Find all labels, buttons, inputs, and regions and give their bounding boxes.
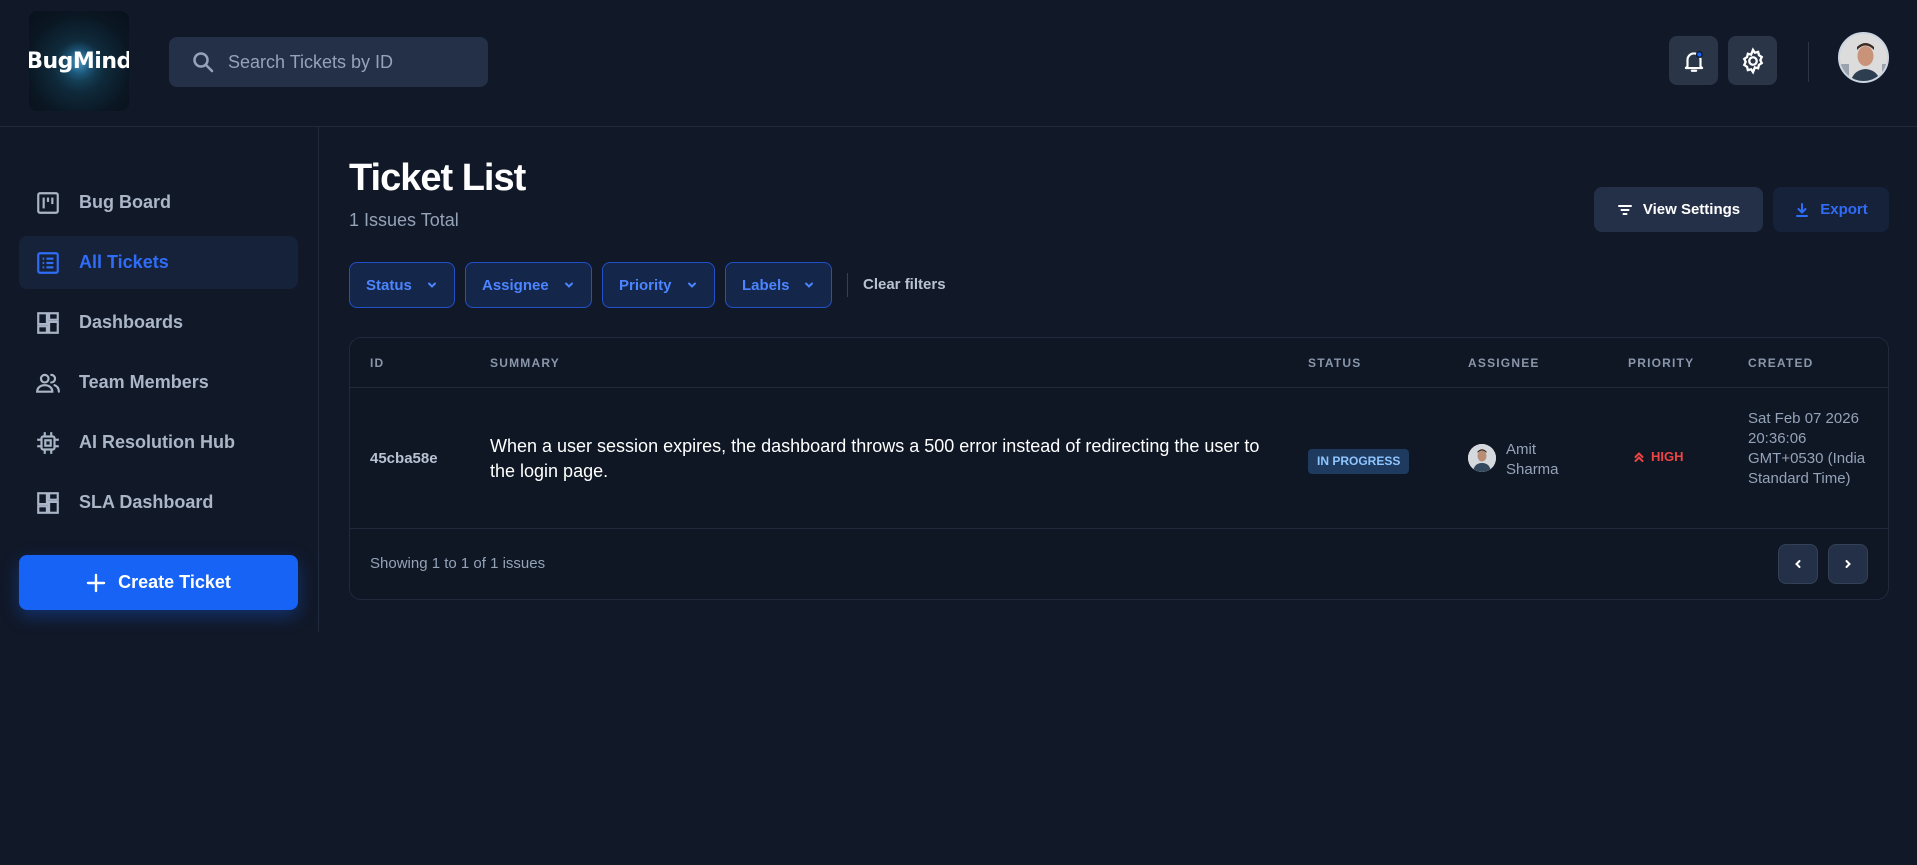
- created-date: Sat Feb 07 2026 20:36:06 GMT+0530 (India…: [1748, 410, 1866, 487]
- priority-filter-button[interactable]: Priority: [602, 262, 715, 308]
- team-icon: [36, 373, 60, 393]
- ticket-table: ID SUMMARY STATUS ASSIGNEE PRIORITY CREA…: [349, 337, 1889, 600]
- header-created[interactable]: CREATED: [1748, 356, 1814, 370]
- bugmind-logo[interactable]: BugMind: [29, 11, 129, 111]
- status-badge: IN PROGRESS: [1308, 449, 1410, 474]
- chevron-down-icon: [805, 282, 813, 288]
- ticket-summary: When a user session expires, the dashboa…: [490, 436, 1260, 481]
- user-avatar[interactable]: [1838, 32, 1889, 83]
- header-summary[interactable]: SUMMARY: [490, 356, 560, 370]
- board-icon: [37, 192, 59, 214]
- issues-total: 1 Issues Total: [349, 210, 459, 230]
- person-photo-icon: [1468, 444, 1496, 472]
- sidebar-item-label: Dashboards: [79, 312, 184, 332]
- sidebar-item-label: SLA Dashboard: [79, 492, 214, 512]
- filter-lines-icon: [1617, 204, 1632, 215]
- header-assignee[interactable]: ASSIGNEE: [1468, 356, 1540, 370]
- sidebar-item-label: All Tickets: [79, 252, 169, 272]
- search-bar[interactable]: [169, 37, 488, 87]
- create-ticket-button[interactable]: Create Ticket: [19, 555, 298, 610]
- chevron-right-icon: [1845, 560, 1851, 568]
- filter-label: Priority: [619, 276, 672, 294]
- chevron-down-icon: [688, 282, 696, 288]
- filter-label: Assignee: [482, 276, 549, 294]
- create-ticket-label: Create Ticket: [118, 572, 231, 592]
- plus-icon: [86, 573, 106, 592]
- gear-icon: [1742, 46, 1763, 75]
- dashboard-icon: [37, 492, 59, 514]
- assignee-avatar: [1468, 444, 1496, 472]
- header-priority[interactable]: PRIORITY: [1628, 356, 1694, 370]
- header-status[interactable]: STATUS: [1308, 356, 1361, 370]
- view-settings-button[interactable]: View Settings: [1594, 187, 1763, 232]
- top-header: BugMind: [0, 0, 1917, 127]
- assignee-name: Amit Sharma: [1506, 441, 1559, 478]
- chip-icon: [37, 432, 59, 454]
- filter-divider: [847, 273, 848, 297]
- sidebar-item-sla-dashboard[interactable]: SLA Dashboard: [19, 476, 298, 529]
- previous-page-button[interactable]: [1778, 544, 1818, 584]
- dashboard-icon: [37, 312, 59, 334]
- export-label: Export: [1820, 201, 1868, 218]
- chevron-left-icon: [1795, 560, 1801, 568]
- clear-filters-link[interactable]: Clear filters: [863, 276, 946, 293]
- view-settings-label: View Settings: [1642, 201, 1741, 218]
- labels-filter-button[interactable]: Labels: [725, 262, 832, 308]
- header-divider: [1808, 42, 1809, 82]
- bell-icon: [1684, 50, 1703, 72]
- assignee-filter-button[interactable]: Assignee: [465, 262, 592, 308]
- sidebar-item-ai-resolution-hub[interactable]: AI Resolution Hub: [19, 416, 298, 469]
- settings-button[interactable]: [1728, 36, 1777, 85]
- filter-label: Labels: [742, 276, 790, 294]
- logo-text: BugMind: [29, 48, 129, 74]
- chevron-down-icon: [565, 282, 573, 288]
- sidebar-item-label: Team Members: [79, 372, 209, 392]
- sidebar-item-label: AI Resolution Hub: [79, 432, 235, 452]
- sidebar-item-bug-board[interactable]: Bug Board: [19, 176, 298, 229]
- download-icon: [1796, 202, 1809, 217]
- chevron-down-icon: [428, 282, 436, 288]
- search-icon: [193, 52, 214, 73]
- filter-label: Status: [366, 276, 412, 294]
- sidebar-item-all-tickets[interactable]: All Tickets: [19, 236, 298, 289]
- pagination-summary: Showing 1 to 1 of 1 issues: [370, 555, 546, 572]
- export-button[interactable]: Export: [1773, 187, 1889, 232]
- next-page-button[interactable]: [1828, 544, 1868, 584]
- search-input[interactable]: [228, 37, 478, 87]
- table-header: ID SUMMARY STATUS ASSIGNEE PRIORITY CREA…: [350, 338, 1888, 388]
- notifications-button[interactable]: [1669, 36, 1718, 85]
- sidebar-item-label: Bug Board: [79, 192, 171, 212]
- sidebar-item-team-members[interactable]: Team Members: [19, 356, 298, 409]
- ticket-id: 45cba58e: [370, 450, 438, 467]
- table-row[interactable]: 45cba58e When a user session expires, th…: [350, 389, 1888, 529]
- status-filter-button[interactable]: Status: [349, 262, 455, 308]
- double-chevron-up-icon: [1634, 452, 1644, 462]
- priority-label: HIGH: [1651, 449, 1684, 464]
- sidebar: Bug Board All Tickets Dashboards Team Me…: [0, 127, 319, 632]
- list-icon: [37, 252, 59, 274]
- header-id[interactable]: ID: [370, 356, 384, 370]
- person-photo-icon: [1840, 34, 1887, 81]
- page-title: Ticket List: [349, 157, 526, 199]
- sidebar-item-dashboards[interactable]: Dashboards: [19, 296, 298, 349]
